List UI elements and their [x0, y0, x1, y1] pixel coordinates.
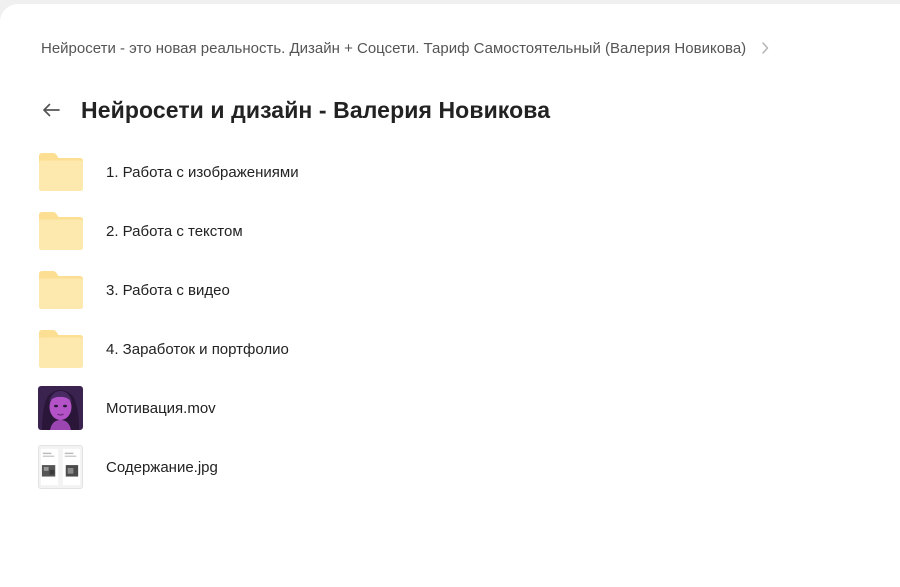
item-name: 2. Работа с текстом	[106, 223, 243, 240]
item-name: 1. Работа с изображениями	[106, 164, 299, 181]
image-thumbnail	[38, 444, 84, 491]
page-header: Нейросети и дизайн - Валерия Новикова	[38, 92, 550, 128]
chevron-right-icon	[760, 41, 770, 55]
breadcrumb-item-parent[interactable]: Нейросети - это новая реальность. Дизайн…	[41, 40, 746, 57]
arrow-left-icon	[43, 103, 60, 117]
breadcrumb: Нейросети - это новая реальность. Дизайн…	[41, 37, 770, 59]
page-title: Нейросети и дизайн - Валерия Новикова	[81, 96, 551, 123]
content-panel: Нейросети - это новая реальность. Дизайн…	[0, 4, 900, 587]
file-item-image[interactable]: Содержание.jpg	[38, 438, 878, 497]
folder-icon	[38, 150, 84, 196]
item-name: Содержание.jpg	[106, 459, 218, 476]
folder-item-3[interactable]: 3. Работа с видео	[38, 261, 878, 320]
folder-icon	[38, 327, 84, 373]
folder-icon	[38, 268, 84, 314]
file-item-video[interactable]: Мотивация.mov	[38, 379, 878, 438]
item-name: 3. Работа с видео	[106, 282, 230, 299]
folder-item-2[interactable]: 2. Работа с текстом	[38, 202, 878, 261]
item-name: 4. Заработок и портфолио	[106, 341, 289, 358]
folder-icon	[38, 209, 84, 255]
back-button[interactable]	[38, 97, 64, 123]
item-name: Мотивация.mov	[106, 400, 216, 417]
folder-item-1[interactable]: 1. Работа с изображениями	[38, 143, 878, 202]
folder-item-4[interactable]: 4. Заработок и портфолио	[38, 320, 878, 379]
file-list: 1. Работа с изображениями 2. Работа с те…	[38, 143, 878, 497]
video-thumbnail	[38, 385, 84, 432]
